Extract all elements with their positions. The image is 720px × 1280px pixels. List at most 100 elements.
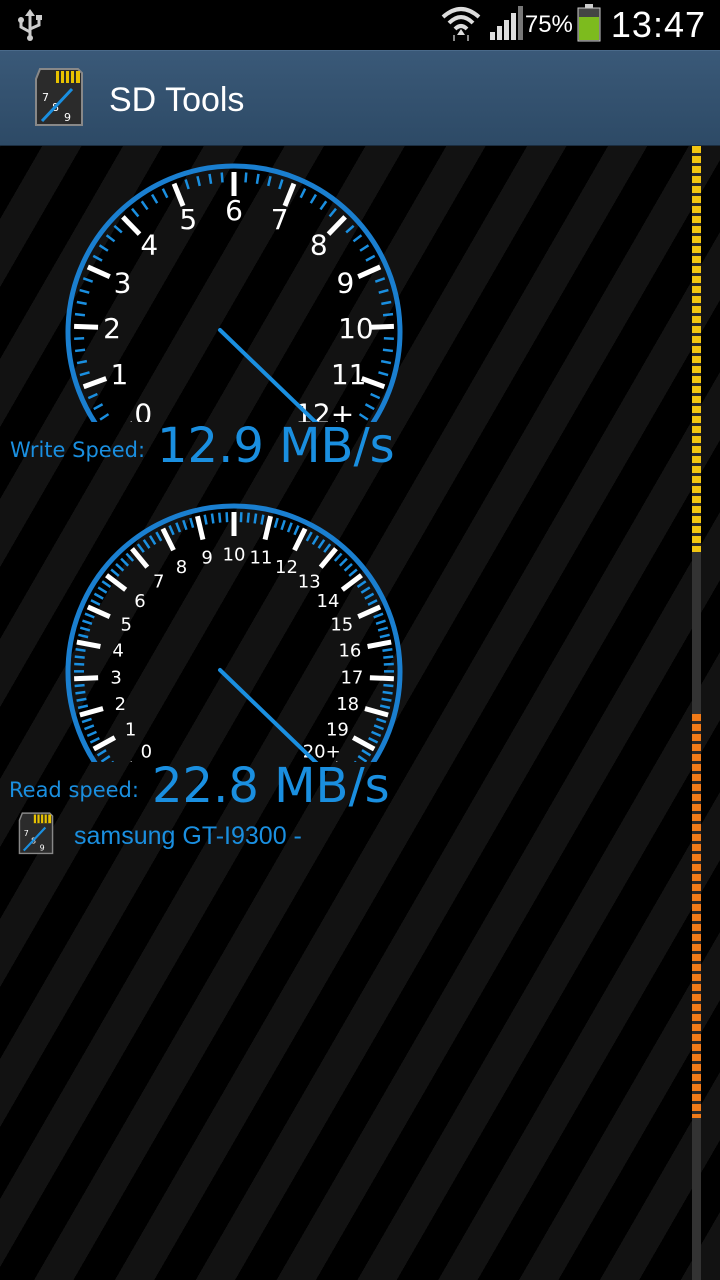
wifi-icon: [441, 5, 481, 46]
write-gauge-minor-tick: [328, 207, 337, 218]
write-gauge-minor-tick: [278, 179, 284, 190]
read-gauge-minor-tick: [367, 599, 378, 606]
write-gauge-minor-tick: [378, 288, 389, 294]
write-gauge-minor-tick: [378, 371, 389, 377]
read-gauge-minor-tick: [77, 704, 89, 710]
write-gauge-minor-tick: [196, 175, 201, 187]
write-gauge-minor-tick: [79, 371, 90, 377]
read-gauge-major-tick: [76, 639, 101, 649]
read-gauge-minor-tick: [100, 755, 111, 762]
read-gauge-minor-tick: [379, 704, 391, 710]
svg-text:9: 9: [40, 844, 45, 853]
read-gauge-minor-tick: [82, 619, 93, 626]
read-gauge-minor-tick: [90, 599, 101, 606]
write-gauge-minor-tick: [319, 200, 328, 211]
write-gauge-minor-tick: [381, 300, 392, 306]
read-gauge-minor-tick: [373, 612, 384, 619]
read-gauge-minor-tick: [311, 535, 320, 546]
read-gauge-minor-tick: [74, 683, 85, 688]
read-gauge-minor-tick: [110, 568, 120, 577]
write-gauge-minor-tick: [131, 207, 140, 218]
read-gauge-minor-tick: [317, 539, 326, 549]
write-gauge-minor-tick: [150, 193, 159, 204]
write-gauge-minor-tick: [161, 188, 169, 199]
write-speed-value: 12.9 MB/s: [157, 418, 395, 474]
write-speed-gauge: 012345 6 789101112+: [65, 163, 403, 422]
battery-icon: [577, 3, 601, 47]
write-gauge-minor-tick: [359, 244, 370, 252]
read-gauge-minor-tick: [361, 749, 372, 757]
battery-percent: 75%: [524, 11, 573, 38]
write-gauge-minor-tick: [255, 173, 260, 184]
read-gauge-minor-tick: [210, 513, 215, 524]
write-gauge-scale-label: 7: [271, 203, 289, 236]
app-title: SD Tools: [109, 81, 245, 119]
read-gauge-minor-tick: [333, 552, 343, 562]
svg-text:7: 7: [24, 829, 29, 838]
read-gauge-minor-tick: [381, 697, 392, 702]
write-gauge-minor-tick: [220, 172, 224, 183]
write-gauge-scale-label: 0: [134, 398, 152, 422]
read-gauge-major-tick: [130, 547, 150, 569]
read-gauge-minor-tick: [371, 730, 382, 737]
read-gauge-major-tick: [369, 675, 394, 682]
write-gauge-minor-tick: [370, 392, 381, 400]
read-gauge-minor-tick: [84, 612, 95, 619]
read-gauge-minor-tick: [360, 586, 371, 594]
write-gauge-minor-tick: [380, 359, 392, 365]
write-gauge-minor-tick: [113, 224, 123, 234]
write-progress-indicator: [692, 146, 701, 552]
write-gauge-minor-tick: [74, 348, 86, 353]
write-gauge-minor-tick: [364, 403, 375, 411]
write-gauge-minor-tick: [79, 288, 90, 294]
write-gauge-scale-label: 2: [103, 312, 121, 345]
read-gauge-scale-label: 1: [125, 719, 136, 740]
read-gauge-minor-tick: [78, 633, 89, 639]
action-bar: 7 8 9 SD Tools: [0, 50, 720, 146]
read-gauge-minor-tick: [260, 514, 265, 525]
write-gauge-minor-tick: [352, 234, 363, 243]
read-gauge-major-tick: [74, 675, 99, 682]
write-gauge-scale-label: 4: [140, 228, 158, 261]
read-gauge-minor-tick: [343, 563, 353, 572]
read-gauge-minor-tick: [86, 730, 97, 737]
read-gauge-scale-label: 12: [275, 557, 298, 578]
read-gauge-minor-tick: [75, 648, 86, 652]
signal-icon: [489, 5, 523, 45]
read-gauge-scale-label: 17: [340, 667, 363, 688]
write-gauge-minor-tick: [345, 224, 355, 234]
read-gauge-minor-tick: [74, 662, 85, 666]
write-gauge-minor-tick: [267, 175, 272, 187]
write-gauge-major-tick: [74, 323, 99, 330]
read-gauge-minor-tick: [375, 619, 386, 626]
write-gauge-minor-tick: [76, 300, 87, 306]
read-gauge-minor-tick: [383, 655, 394, 659]
write-gauge-minor-tick: [82, 277, 94, 283]
write-gauge-scale-label: 9: [337, 266, 355, 299]
read-gauge-minor-tick: [356, 580, 367, 588]
write-gauge-minor-tick: [76, 359, 88, 365]
write-progress-track: [692, 552, 701, 714]
write-gauge-major-tick: [86, 264, 111, 279]
read-gauge-minor-tick: [75, 690, 86, 695]
svg-text:9: 9: [64, 111, 71, 124]
read-gauge-minor-tick: [273, 517, 279, 529]
read-gauge-minor-tick: [168, 525, 175, 536]
read-gauge-minor-tick: [305, 531, 313, 542]
read-gauge-scale-label: 14: [317, 591, 340, 612]
write-gauge-major-tick: [121, 215, 142, 236]
write-gauge-minor-tick: [93, 403, 104, 411]
write-gauge-scale-label: 5: [179, 203, 197, 236]
sd-card-speedometer-icon[interactable]: 7 8 9: [34, 67, 84, 134]
read-speed-label: Read speed:: [9, 778, 139, 802]
device-name: samsung GT-I9300 -: [74, 822, 302, 850]
read-gauge-minor-tick: [81, 717, 92, 724]
read-gauge-major-tick: [195, 515, 206, 541]
read-gauge-scale-label: 10: [223, 544, 246, 565]
write-gauge-minor-tick: [74, 312, 86, 317]
read-gauge-minor-tick: [368, 737, 379, 744]
read-gauge-scale-label: 18: [336, 694, 359, 715]
write-gauge-major-tick: [357, 264, 382, 279]
read-gauge-minor-tick: [323, 543, 332, 553]
svg-text:7: 7: [42, 91, 49, 104]
